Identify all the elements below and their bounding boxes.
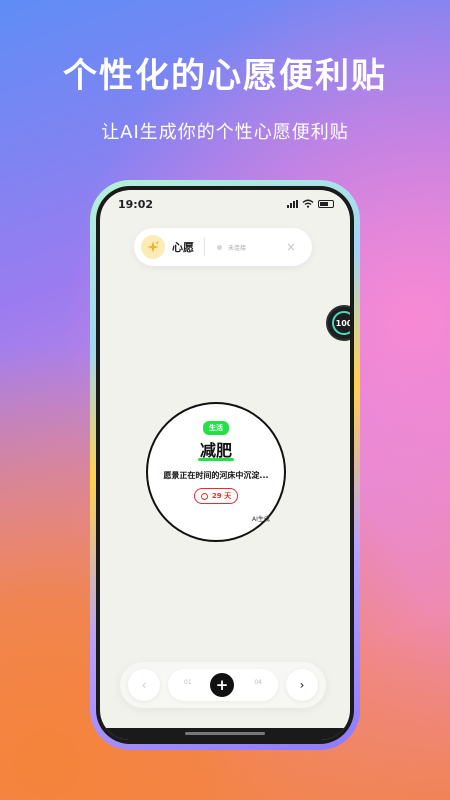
add-button[interactable]: +: [210, 673, 234, 697]
days-count: 29 天: [211, 492, 232, 500]
wish-description: 愿景正在时间的河床中沉淀...: [163, 471, 269, 480]
bottom-nav: ‹ 01 + 04 ›: [120, 662, 326, 708]
sparkle-icon: [141, 235, 165, 259]
score-value: 100: [332, 311, 350, 335]
signal-icon: [287, 199, 298, 208]
prev-button[interactable]: ‹: [128, 669, 160, 701]
days-pill: 29 天: [194, 488, 238, 504]
promo-headline: 个性化的心愿便利贴: [63, 56, 387, 96]
ai-generated-label: AI生成: [252, 516, 270, 523]
home-indicator: [100, 728, 350, 740]
connection-dot: [217, 244, 222, 250]
phone-mockup: 19:02 心愿 未连接 × 100 生活 减肥 愿景正在时间的河床中沉淀...…: [90, 180, 360, 750]
status-time: 19:02: [118, 198, 154, 211]
status-icons: [287, 199, 334, 208]
wifi-icon: [302, 199, 314, 208]
divider: [204, 238, 205, 256]
battery-icon: [318, 199, 334, 208]
connection-status: 未连接: [228, 244, 247, 252]
phone-bezel: 19:02 心愿 未连接 × 100 生活 减肥 愿景正在时间的河床中沉淀...…: [96, 186, 354, 744]
wish-card-header: 心愿 未连接 ×: [134, 228, 312, 266]
close-button[interactable]: ×: [286, 240, 296, 254]
wish-card-title: 心愿: [172, 241, 194, 254]
category-tag: 生活: [203, 421, 229, 435]
page-left-number: 01: [184, 679, 192, 686]
wish-note-circle[interactable]: 生活 减肥 愿景正在时间的河床中沉淀... 29 天 AI生成: [146, 402, 286, 542]
page-right-number: 04: [254, 679, 262, 686]
goal-underline: [198, 458, 234, 461]
clock-icon: [200, 492, 208, 500]
score-badge[interactable]: 100: [328, 307, 350, 339]
pager: 01 + 04: [168, 669, 278, 701]
next-button[interactable]: ›: [286, 669, 318, 701]
promo-subheadline: 让AI生成你的个性心愿便利贴: [101, 122, 349, 143]
app-screen: 19:02 心愿 未连接 × 100 生活 减肥 愿景正在时间的河床中沉淀...…: [100, 190, 350, 740]
